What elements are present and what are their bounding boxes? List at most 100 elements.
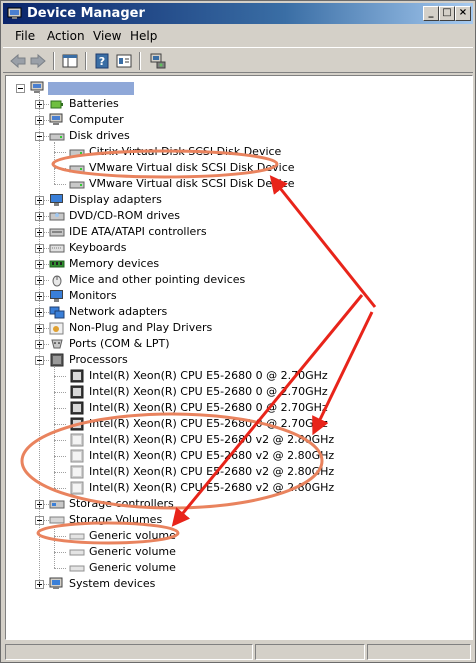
- processor-dark-icon: [70, 401, 84, 415]
- tree-connector: [39, 92, 40, 584]
- processor-light-icon: [70, 481, 84, 495]
- back-arrow-icon[interactable]: [9, 52, 27, 70]
- tree-device-item[interactable]: Intel(R) Xeon(R) CPU E5-2680 0 @ 2.70GHz: [89, 400, 328, 416]
- tree-connector: [54, 440, 66, 441]
- tree-device-item[interactable]: Generic volume: [89, 528, 176, 544]
- toolbar-separator: [85, 52, 87, 70]
- tree-device-item[interactable]: VMware Virtual disk SCSI Disk Device: [89, 160, 295, 176]
- status-panel: [367, 644, 471, 660]
- monitor-icon: [50, 194, 63, 206]
- tree-category-processors[interactable]: Processors: [69, 352, 128, 368]
- tree-device-item[interactable]: Intel(R) Xeon(R) CPU E5-2680 v2 @ 2.80GH…: [89, 432, 334, 448]
- menu-file[interactable]: File: [15, 29, 35, 43]
- tree-device-item[interactable]: Generic volume: [89, 560, 176, 576]
- tree-category-monitors[interactable]: Monitors: [69, 288, 117, 304]
- menu-help[interactable]: Help: [130, 29, 157, 43]
- tree-category-disk-drives[interactable]: Disk drives: [69, 128, 130, 144]
- tree-category-keyboards[interactable]: Keyboards: [69, 240, 126, 256]
- memory-icon: [49, 260, 65, 268]
- computer-icon: [49, 113, 63, 125]
- disk-drive-icon: [69, 149, 85, 157]
- window-title: Device Manager: [27, 6, 145, 21]
- status-bar: [3, 643, 473, 661]
- tree-connector: [54, 568, 66, 569]
- status-panel: [255, 644, 365, 660]
- keyboard-icon: [49, 244, 65, 253]
- tree-connector: [54, 392, 66, 393]
- collapse-toggle[interactable]: [16, 84, 25, 93]
- tree-device-item[interactable]: Intel(R) Xeon(R) CPU E5-2680 v2 @ 2.80GH…: [89, 448, 334, 464]
- menu-action[interactable]: Action: [47, 29, 85, 43]
- device-manager-icon: [7, 7, 22, 19]
- tree-category-network-adapters[interactable]: Network adapters: [69, 304, 167, 320]
- tree-connector: [54, 552, 66, 553]
- monitor-icon: [50, 290, 63, 302]
- processor-icon: [50, 353, 64, 367]
- tree-device-item[interactable]: Generic volume: [89, 544, 176, 560]
- maximize-button[interactable]: □: [439, 6, 455, 21]
- ide-controller-icon: [49, 228, 65, 237]
- device-manager-window: Device Manager _ □ × File Action View He…: [0, 0, 476, 663]
- properties-icon[interactable]: [115, 52, 133, 70]
- tree-device-item[interactable]: Intel(R) Xeon(R) CPU E5-2680 0 @ 2.70GHz: [89, 384, 328, 400]
- minimize-button[interactable]: _: [423, 6, 439, 21]
- processor-dark-icon: [70, 417, 84, 431]
- tree-connector: [54, 536, 66, 537]
- tree-category-ports-com-lpt[interactable]: Ports (COM & LPT): [69, 336, 170, 352]
- disk-drive-icon: [69, 165, 85, 173]
- processor-dark-icon: [70, 385, 84, 399]
- tree-device-item[interactable]: Intel(R) Xeon(R) CPU E5-2680 v2 @ 2.80GH…: [89, 480, 334, 496]
- tree-category-storage-volumes[interactable]: Storage Volumes: [69, 512, 162, 528]
- toolbar-separator: [53, 52, 55, 70]
- storage-controller-icon: [49, 500, 65, 509]
- tree-connector: [54, 366, 55, 488]
- toolbar-separator: [139, 52, 141, 70]
- tree-device-item[interactable]: Citrix Virtual Disk SCSI Disk Device: [89, 144, 281, 160]
- tree-category-dvd-cd-rom-drives[interactable]: DVD/CD-ROM drives: [69, 208, 180, 224]
- forward-arrow-icon[interactable]: [29, 52, 47, 70]
- tree-connector: [54, 488, 66, 489]
- battery-icon: [50, 100, 63, 109]
- tree-device-item[interactable]: VMware Virtual disk SCSI Disk Device: [89, 176, 295, 192]
- computer-icon: [30, 81, 44, 93]
- title-bar[interactable]: Device Manager _ □ ×: [3, 3, 473, 24]
- tree-category-display-adapters[interactable]: Display adapters: [69, 192, 162, 208]
- tree-category-memory-devices[interactable]: Memory devices: [69, 256, 159, 272]
- tree-device-item[interactable]: Intel(R) Xeon(R) CPU E5-2680 v2 @ 2.80GH…: [89, 464, 334, 480]
- tree-category-mice-and-other-pointing-devices[interactable]: Mice and other pointing devices: [69, 272, 245, 288]
- disk-drive-icon: [49, 133, 65, 141]
- show-hide-console-tree-icon[interactable]: [61, 52, 79, 70]
- scan-hardware-icon[interactable]: [149, 52, 167, 70]
- tree-category-computer[interactable]: Computer: [69, 112, 124, 128]
- status-panel: [5, 644, 253, 660]
- cdrom-icon: [49, 212, 65, 221]
- processor-light-icon: [70, 465, 84, 479]
- tree-connector: [54, 376, 66, 377]
- volume-icon: [69, 549, 85, 556]
- close-button[interactable]: ×: [455, 6, 471, 21]
- svg-text:?: ?: [99, 55, 105, 68]
- port-icon: [51, 339, 63, 349]
- tree-connector: [54, 152, 66, 153]
- tree-category-batteries[interactable]: Batteries: [69, 96, 119, 112]
- tree-connector: [54, 408, 66, 409]
- tree-category-system-devices[interactable]: System devices: [69, 576, 155, 592]
- tree-connector: [54, 168, 66, 169]
- device-tree[interactable]: Batteries Computer Disk drives Citrix Virtu…: [5, 75, 473, 640]
- tree-connector: [54, 424, 66, 425]
- volume-icon: [69, 565, 85, 572]
- menu-view[interactable]: View: [93, 29, 121, 43]
- menu-bar: File Action View Help: [3, 26, 473, 46]
- tree-category-ide-ata-atapi-controllers[interactable]: IDE ATA/ATAPI controllers: [69, 224, 207, 240]
- driver-icon: [49, 322, 64, 335]
- toolbar: ?: [3, 47, 473, 73]
- help-icon[interactable]: ?: [93, 52, 111, 70]
- tree-category-non-plug-and-play-drivers[interactable]: Non-Plug and Play Drivers: [69, 320, 212, 336]
- volume-icon: [69, 533, 85, 540]
- tree-device-item[interactable]: Intel(R) Xeon(R) CPU E5-2680 0 @ 2.70GHz: [89, 368, 328, 384]
- redacted-computer-name: [48, 82, 134, 95]
- tree-category-storage-controllers[interactable]: Storage controllers: [69, 496, 174, 512]
- tree-device-item[interactable]: Intel(R) Xeon(R) CPU E5-2680 0 @ 2.70GHz: [89, 416, 328, 432]
- tree-connector: [54, 142, 55, 184]
- tree-connector: [54, 472, 66, 473]
